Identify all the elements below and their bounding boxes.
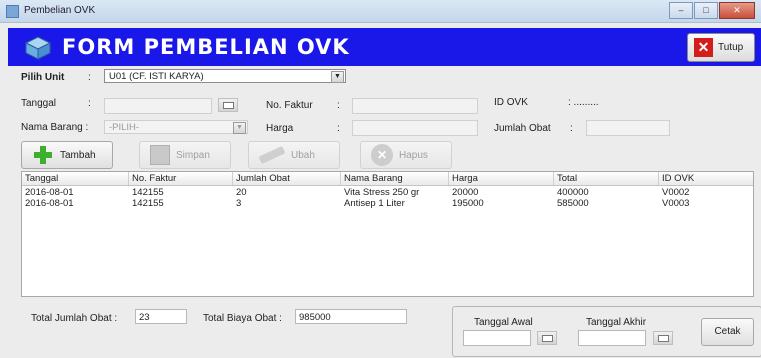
nama-barang-label: Nama Barang : [21,122,89,133]
column-header-tanggal[interactable]: Tanggal [22,172,129,185]
maximize-button[interactable]: □ [694,2,718,19]
tutup-label: Tutup [718,42,744,53]
cell-no-faktur: 142155 [132,187,164,198]
tambah-label: Tambah [60,149,96,161]
simpan-button[interactable]: Simpan [139,141,231,169]
minimize-button[interactable]: – [669,2,693,19]
unit-label: Pilih Unit [21,72,65,83]
pembelian-table[interactable]: Tanggal No. Faktur Jumlah Obat Nama Bara… [21,171,754,297]
window-close-button[interactable]: ✕ [719,2,755,19]
window-title: Pembelian OVK [24,5,96,16]
nama-barang-select-value: -PILIH- [109,122,140,133]
column-header-jumlah-obat[interactable]: Jumlah Obat [233,172,341,185]
ubah-label: Ubah [291,149,315,161]
tanggal-calendar-button[interactable] [218,98,238,112]
total-biaya-field[interactable]: 985000 [295,309,407,324]
delete-icon: ✕ [371,144,393,166]
cell-jumlah-obat: 3 [236,198,242,209]
nama-barang-select[interactable]: -PILIH- ▼ [104,120,248,134]
total-biaya-label: Total Biaya Obat : [203,313,282,324]
tutup-button[interactable]: ✕ Tutup [687,33,755,62]
cell-harga: 20000 [452,187,479,198]
cell-harga: 195000 [452,198,484,209]
cell-tanggal: 2016-08-01 [25,198,74,209]
cell-id-ovk: V0002 [662,187,690,198]
form-title: FORM PEMBELIAN OVK [62,35,350,59]
faktur-label: No. Faktur [266,100,313,111]
column-header-harga[interactable]: Harga [449,172,554,185]
pencil-icon [258,145,286,165]
cell-total: 585000 [557,198,589,209]
ubah-button[interactable]: Ubah [248,141,340,169]
tambah-button[interactable]: Tambah [21,141,113,169]
harga-colon: : [337,123,340,134]
cell-total: 400000 [557,187,589,198]
column-header-nama-barang[interactable]: Nama Barang [341,172,449,185]
form-header: FORM PEMBELIAN OVK ✕ Tutup [8,28,761,66]
hapus-label: Hapus [399,149,428,161]
column-header-total[interactable]: Total [554,172,659,185]
cell-nama-barang: Antisep 1 Liter [344,198,405,209]
faktur-field[interactable] [352,98,478,114]
unit-select-value: U01 (CF. ISTI KARYA) [109,71,204,82]
jumlah-obat-label: Jumlah Obat [494,123,551,134]
chevron-down-icon: ▼ [233,122,246,134]
jumlah-obat-colon: : [570,123,573,134]
cell-no-faktur: 142155 [132,198,164,209]
table-row[interactable]: 2016-08-01 142155 3 Antisep 1 Liter 1950… [22,198,753,209]
id-ovk-value: : ......... [568,97,599,108]
cell-nama-barang: Vita Stress 250 gr [344,187,420,198]
column-header-id-ovk[interactable]: ID OVK [659,172,753,185]
tanggal-awal-label: Tanggal Awal [474,317,533,328]
window-controls: – □ ✕ [668,2,755,19]
tanggal-awal-field[interactable] [463,330,531,346]
unit-select[interactable]: U01 (CF. ISTI KARYA) ▼ [104,69,346,83]
tanggal-akhir-calendar-button[interactable] [653,331,673,345]
simpan-label: Simpan [176,149,210,161]
plus-icon [32,144,54,166]
total-jumlah-label: Total Jumlah Obat : [31,313,118,324]
save-disk-icon [150,145,170,165]
cell-tanggal: 2016-08-01 [25,187,74,198]
column-header-no-faktur[interactable]: No. Faktur [129,172,233,185]
close-icon: ✕ [694,38,713,57]
id-ovk-label: ID OVK [494,97,528,108]
harga-field[interactable] [352,120,478,136]
total-jumlah-field[interactable]: 23 [135,309,187,324]
cell-id-ovk: V0003 [662,198,690,209]
harga-label: Harga [266,123,294,134]
faktur-colon: : [337,100,340,111]
window-titlebar: Pembelian OVK – □ ✕ [0,0,761,23]
table-header: Tanggal No. Faktur Jumlah Obat Nama Bara… [22,172,753,186]
unit-colon: : [88,72,91,83]
tanggal-awal-calendar-button[interactable] [537,331,557,345]
tanggal-field[interactable] [104,98,212,114]
hapus-button[interactable]: ✕ Hapus [360,141,452,169]
tanggal-label: Tanggal [21,98,57,109]
tanggal-akhir-field[interactable] [578,330,646,346]
cell-jumlah-obat: 20 [236,187,247,198]
tanggal-colon: : [88,98,91,109]
jumlah-obat-field[interactable] [586,120,670,136]
app-icon [6,5,19,18]
medicine-box-icon [24,36,52,60]
chevron-down-icon: ▼ [331,71,344,83]
table-row[interactable]: 2016-08-01 142155 20 Vita Stress 250 gr … [22,187,753,198]
tanggal-akhir-label: Tanggal Akhir [586,317,647,328]
cetak-button[interactable]: Cetak [701,318,754,346]
